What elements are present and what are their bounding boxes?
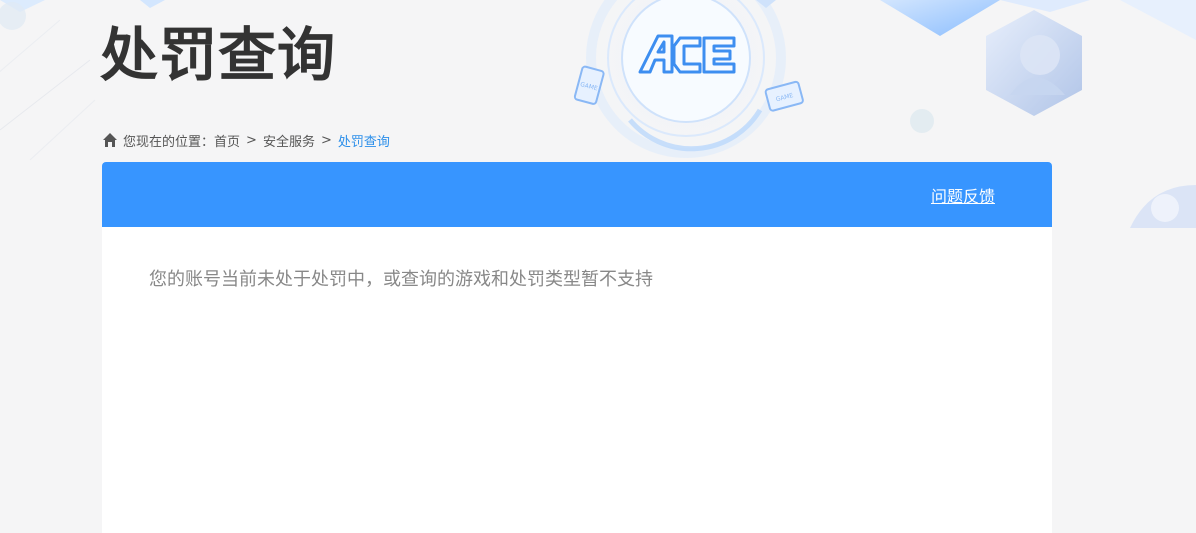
page-title: 处罚查询 — [100, 21, 337, 89]
breadcrumb-link-home[interactable]: 首页 — [214, 131, 240, 150]
result-message: 您的账号当前未处于处罚中，或查询的游戏和处罚类型暂不支持 — [149, 269, 653, 290]
panel-header: 问题反馈 — [102, 162, 1052, 227]
breadcrumb-link-security-service[interactable]: 安全服务 — [263, 131, 315, 150]
breadcrumb-current: 处罚查询 — [337, 134, 390, 150]
home-icon — [103, 133, 117, 147]
breadcrumb: 您现在的位置： 首页 > 安全服务 > 处罚查询 — [102, 130, 390, 150]
result-panel: 问题反馈 您的账号当前未处于处罚中，或查询的游戏和处罚类型暂不支持 — [102, 162, 1052, 533]
breadcrumb-separator: > — [246, 132, 257, 148]
feedback-link[interactable]: 问题反馈 — [931, 183, 995, 207]
breadcrumb-separator: > — [320, 132, 332, 148]
ace-logo-icon — [638, 34, 736, 74]
svg-text:GAME: GAME — [579, 81, 598, 92]
svg-text:GAME: GAME — [775, 92, 794, 103]
breadcrumb-prefix: 您现在的位置： — [123, 134, 215, 150]
